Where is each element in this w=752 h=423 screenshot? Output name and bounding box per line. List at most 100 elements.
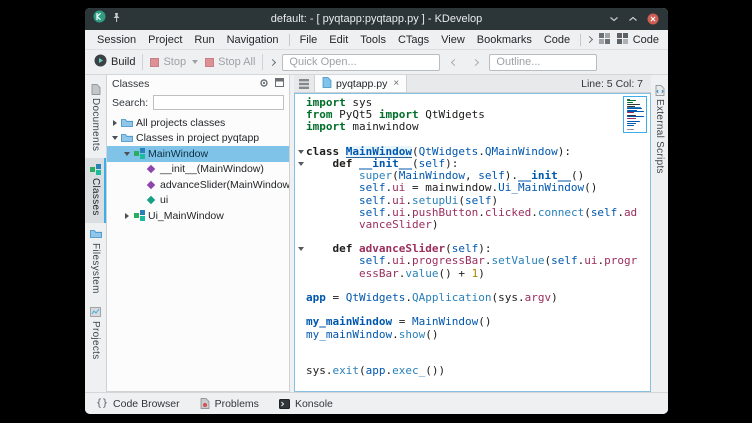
tab-close-icon[interactable]: × — [393, 78, 399, 89]
forward-button[interactable] — [468, 60, 482, 65]
stop-all-button[interactable]: Stop All — [205, 56, 255, 68]
code-line[interactable]: vanceSlider) — [295, 219, 650, 231]
sidebar-tab-filesystem[interactable]: Filesystem — [85, 223, 106, 301]
minimize-button[interactable] — [609, 15, 619, 23]
tree-item-init-mainwindow[interactable]: __init__(MainWindow) — [107, 162, 289, 178]
fold-margin — [295, 121, 306, 133]
code-token: . — [531, 207, 538, 219]
outline-input[interactable] — [489, 54, 597, 71]
code-line[interactable]: import mainwindow — [295, 121, 650, 133]
code-token: . — [405, 195, 412, 207]
stop-dropdown-arrow-icon[interactable] — [192, 60, 198, 64]
statusbar-label: Problems — [215, 398, 259, 410]
fold-arrow-icon[interactable] — [298, 150, 304, 154]
document-switcher-icon[interactable] — [294, 75, 314, 92]
tree-item-mainwindow[interactable]: MainWindow — [107, 146, 289, 162]
toolview-tab-external-scripts[interactable]: External Scripts — [654, 80, 665, 178]
code-token: QtWidgets — [419, 109, 485, 121]
expander-icon[interactable] — [110, 136, 120, 140]
code-line[interactable]: sys.exit(app.exec_()) — [295, 365, 650, 377]
menu-item-edit[interactable]: Edit — [323, 32, 354, 48]
tree-item-all-projects-classes[interactable]: All projects classes — [107, 115, 289, 131]
code-line[interactable] — [295, 134, 650, 146]
code-line[interactable] — [295, 341, 650, 353]
editor-tab-pyqtapp[interactable]: pyqtapp.py × — [314, 75, 407, 92]
code-area[interactable]: import sysfrom PyQt5 import QtWidgetsimp… — [295, 94, 650, 391]
menu-item-code[interactable]: Code — [538, 32, 576, 48]
method-icon — [144, 182, 158, 188]
expander-icon[interactable] — [110, 120, 120, 126]
menu-item-navigation[interactable]: Navigation — [221, 32, 285, 48]
fold-arrow-icon[interactable] — [298, 247, 304, 251]
code-line[interactable]: self.ui.setupUi(self) — [295, 195, 650, 207]
panel-dock-icon[interactable] — [275, 78, 284, 90]
stop-button[interactable]: Stop — [150, 56, 198, 68]
code-line[interactable]: self.ui = mainwindow.Ui_MainWindow() — [295, 182, 650, 194]
build-button[interactable]: Build — [94, 54, 135, 70]
tree-item-classes-in-project-pyqtapp[interactable]: Classes in project pyqtapp — [107, 131, 289, 147]
menu-item-run[interactable]: Run — [188, 32, 220, 48]
expander-icon[interactable] — [122, 152, 132, 156]
menu-item-bookmarks[interactable]: Bookmarks — [471, 32, 538, 48]
code-line[interactable]: my_mainWindow.show() — [295, 329, 650, 341]
code-token: ) — [551, 292, 558, 304]
split-view-grid-icon[interactable] — [599, 33, 610, 47]
titlebar[interactable]: default: - [ pyqtapp:pyqtapp.py ] - KDev… — [85, 8, 668, 30]
code-token: () — [425, 329, 438, 341]
tree-item-advanceslider-mainwindow[interactable]: advanceSlider(MainWindow) — [107, 177, 289, 193]
tree-item-ui-mainwindow[interactable]: Ui_MainWindow — [107, 208, 289, 224]
maximize-button[interactable] — [628, 15, 638, 23]
forward-icon — [472, 58, 479, 65]
sidebar-tab-projects[interactable]: Projects — [85, 301, 106, 367]
tree-item-ui[interactable]: ui — [107, 193, 289, 209]
menu-item-session[interactable]: Session — [91, 32, 142, 48]
folder-icon — [90, 228, 102, 240]
code-editor[interactable]: import sysfrom PyQt5 import QtWidgetsimp… — [294, 93, 651, 392]
toolbar-extension-icon[interactable] — [269, 58, 276, 65]
code-token: progressBar — [412, 255, 485, 267]
classes-search-input[interactable] — [153, 95, 284, 110]
scrollbar-minimap[interactable] — [623, 96, 647, 133]
menu-item-file[interactable]: File — [294, 32, 324, 48]
fold-arrow-icon[interactable] — [298, 162, 304, 166]
sidebar-tab-documents[interactable]: Documents — [85, 78, 106, 158]
close-button[interactable] — [647, 13, 659, 25]
tree-item-label: All projects classes — [136, 117, 225, 129]
sidebar-tab-label: Documents — [90, 98, 101, 151]
classes-panel-title: Classes — [112, 78, 149, 90]
code-line[interactable]: self.ui.progressBar.setValue(self.ui.pro… — [295, 255, 650, 267]
editor-tabbar: pyqtapp.py × Line: 5 Col: 7 — [294, 75, 651, 93]
quick-open-input[interactable] — [282, 54, 440, 71]
script-icon — [655, 84, 665, 96]
statusbar-problems[interactable]: Problems — [200, 398, 259, 410]
code-token: ui — [392, 182, 405, 194]
menu-item-tools[interactable]: Tools — [354, 32, 392, 48]
code-token: vanceSlider — [359, 219, 432, 231]
area-switcher[interactable]: Code — [617, 33, 662, 47]
sidebar-tab-classes[interactable]: Classes — [85, 158, 106, 223]
menu-item-view[interactable]: View — [435, 32, 471, 48]
kdevelop-app-icon[interactable] — [93, 10, 106, 28]
code-token: mainwindow — [346, 121, 419, 133]
code-line[interactable]: app = QtWidgets.QApplication(sys.argv) — [295, 292, 650, 304]
statusbar-label: Code Browser — [113, 398, 180, 410]
menu-item-project[interactable]: Project — [142, 32, 188, 48]
code-token: = mainwindow. — [405, 182, 498, 194]
code-line[interactable]: essBar.value() + 1) — [295, 268, 650, 280]
panel-settings-icon[interactable] — [259, 78, 269, 91]
menu-overflow-icon[interactable] — [586, 36, 593, 43]
tree-item-label: Ui_MainWindow — [148, 210, 224, 222]
fold-margin — [295, 158, 306, 170]
pin-icon[interactable] — [112, 10, 121, 28]
back-button[interactable] — [447, 60, 461, 65]
menubar-items: SessionProjectRunNavigation FileEditTools… — [91, 32, 585, 48]
code-token: . — [597, 255, 604, 267]
code-token: ) — [491, 195, 498, 207]
code-line[interactable]: my_mainWindow = MainWindow() — [295, 316, 650, 328]
code-token: . — [385, 195, 392, 207]
expander-icon[interactable] — [122, 213, 132, 219]
statusbar-code-browser[interactable]: {}Code Browser — [96, 398, 180, 410]
statusbar-konsole[interactable]: Konsole — [279, 398, 333, 410]
tree-item-label: Classes in project pyqtapp — [136, 132, 259, 144]
menu-item-ctags[interactable]: CTags — [392, 32, 435, 48]
